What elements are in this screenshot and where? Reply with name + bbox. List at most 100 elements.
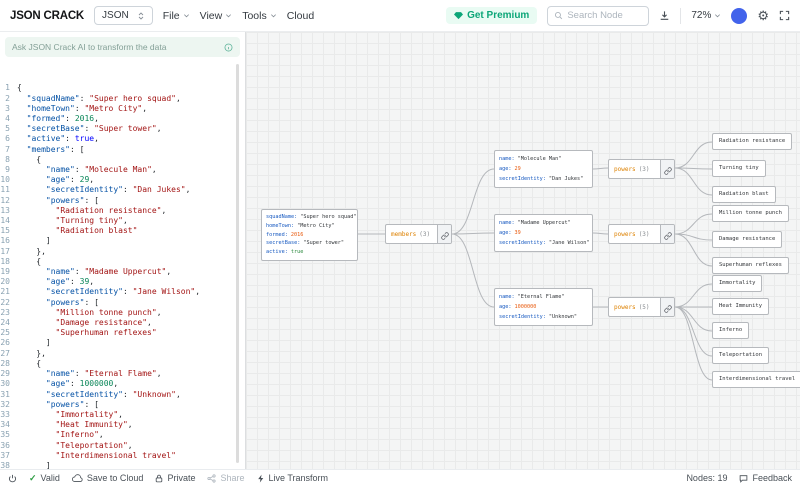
code-line[interactable]: 18 { (0, 257, 245, 267)
editor-toggle-icon[interactable] (8, 474, 17, 483)
code-line[interactable]: 3 "homeTown": "Metro City", (0, 104, 245, 114)
cloud-upload-icon (72, 474, 83, 483)
graph-node-leaf[interactable]: Million tonne punch (712, 205, 789, 222)
code-line[interactable]: 14 "Turning tiny", (0, 216, 245, 226)
fullscreen-icon[interactable] (779, 10, 790, 21)
code-line[interactable]: 9 "name": "Molecule Man", (0, 165, 245, 175)
code-line[interactable]: 33 "Immortality", (0, 410, 245, 420)
code-line[interactable]: 36 "Teleportation", (0, 441, 245, 451)
graph-node-leaf[interactable]: Turning tiny (712, 160, 766, 177)
code-line[interactable]: 31 "secretIdentity": "Unknown", (0, 390, 245, 400)
graph-node-leaf[interactable]: Superhuman reflexes (712, 257, 789, 274)
node-row: formed:2016 (266, 231, 353, 240)
code-line[interactable]: 10 "age": 29, (0, 175, 245, 185)
code-line[interactable]: 27 }, (0, 349, 245, 359)
code-line[interactable]: 22 "powers": [ (0, 298, 245, 308)
graph-node-member[interactable]: name:"Madame Uppercut" age:39 secretIden… (494, 214, 593, 252)
code-line[interactable]: 16 ] (0, 236, 245, 246)
code-line[interactable]: 25 "Superhuman reflexes" (0, 328, 245, 338)
graph-node-powers[interactable]: powers(5) (608, 297, 675, 317)
format-select[interactable]: JSON (94, 6, 153, 25)
code-line[interactable]: 1{ (0, 83, 245, 93)
code-line[interactable]: 30 "age": 1000000, (0, 379, 245, 389)
ai-banner[interactable]: Ask JSON Crack AI to transform the data (5, 37, 240, 57)
code-text: { (17, 257, 41, 267)
graph-node-powers[interactable]: powers(3) (608, 159, 675, 179)
code-line[interactable]: 7 "members": [ (0, 145, 245, 155)
collapse-link-button[interactable] (660, 298, 674, 316)
node-row: name:"Eternal Flame" (499, 292, 588, 302)
collapse-link-button[interactable] (660, 225, 674, 243)
code-line[interactable]: 11 "secretIdentity": "Dan Jukes", (0, 185, 245, 195)
code-line[interactable]: 15 "Radiation blast" (0, 226, 245, 236)
line-number: 17 (0, 247, 17, 257)
code-line[interactable]: 13 "Radiation resistance", (0, 206, 245, 216)
line-number: 19 (0, 267, 17, 277)
code-line[interactable]: 17 }, (0, 247, 245, 257)
code-line[interactable]: 24 "Damage resistance", (0, 318, 245, 328)
code-line[interactable]: 4 "formed": 2016, (0, 114, 245, 124)
graph-node-leaf[interactable]: Immortality (712, 275, 762, 292)
code-line[interactable]: 12 "powers": [ (0, 196, 245, 206)
nodes-count: Nodes: 19 (686, 473, 727, 483)
code-line[interactable]: 26 ] (0, 338, 245, 348)
code-line[interactable]: 8 { (0, 155, 245, 165)
save-to-cloud-button[interactable]: Save to Cloud (72, 473, 144, 483)
code-line[interactable]: 35 "Inferno", (0, 430, 245, 440)
line-number: 1 (0, 83, 17, 93)
info-icon[interactable] (224, 43, 233, 52)
code-line[interactable]: 32 "powers": [ (0, 400, 245, 410)
line-number: 6 (0, 134, 17, 144)
graph-node-powers[interactable]: powers(3) (608, 224, 675, 244)
code-editor[interactable]: 1{2 "squadName": "Super hero squad",3 "h… (0, 63, 245, 469)
code-text: "powers": [ (17, 196, 99, 206)
graph-node-leaf[interactable]: Heat Immunity (712, 298, 769, 315)
code-line[interactable]: 2 "squadName": "Super hero squad", (0, 94, 245, 104)
line-number: 14 (0, 216, 17, 226)
code-line[interactable]: 23 "Million tonne punch", (0, 308, 245, 318)
menu-cloud[interactable]: Cloud (287, 10, 314, 22)
account-button[interactable] (731, 8, 747, 24)
graph-node-member[interactable]: name:"Eternal Flame" age:1000000 secretI… (494, 288, 593, 326)
graph-node-members[interactable]: members(3) (385, 224, 452, 244)
code-text: "name": "Madame Uppercut", (17, 267, 171, 277)
private-toggle[interactable]: Private (155, 473, 195, 483)
gear-icon[interactable]: ⚙ (757, 9, 769, 22)
line-number: 38 (0, 461, 17, 469)
menu-file[interactable]: File (163, 10, 190, 22)
graph-node-leaf[interactable]: Radiation resistance (712, 133, 792, 150)
menu-tools[interactable]: Tools (242, 10, 277, 22)
code-line[interactable]: 37 "Interdimensional travel" (0, 451, 245, 461)
graph-node-root[interactable]: squadName:"Super hero squad" homeTown:"M… (261, 209, 358, 261)
share-button[interactable]: Share (207, 473, 244, 483)
search-node-box[interactable] (547, 6, 649, 26)
graph-node-leaf[interactable]: Interdimensional travel (712, 371, 800, 388)
graph-node-leaf[interactable]: Damage resistance (712, 231, 782, 248)
line-number: 27 (0, 349, 17, 359)
code-line[interactable]: 6 "active": true, (0, 134, 245, 144)
search-input[interactable] (567, 10, 642, 21)
download-icon[interactable] (659, 10, 670, 21)
code-line[interactable]: 38 ] (0, 461, 245, 469)
feedback-button[interactable]: Feedback (739, 473, 792, 483)
live-transform-toggle[interactable]: Live Transform (257, 473, 329, 483)
zoom-control[interactable]: 72% (691, 10, 721, 21)
graph-node-leaf[interactable]: Radiation blast (712, 186, 776, 203)
code-line[interactable]: 5 "secretBase": "Super tower", (0, 124, 245, 134)
code-line[interactable]: 19 "name": "Madame Uppercut", (0, 267, 245, 277)
code-text: "secretBase": "Super tower", (17, 124, 162, 134)
collapse-link-button[interactable] (660, 160, 674, 178)
graph-canvas[interactable]: squadName:"Super hero squad" homeTown:"M… (246, 32, 800, 469)
code-line[interactable]: 28 { (0, 359, 245, 369)
menu-view[interactable]: View (200, 10, 233, 22)
graph-node-member[interactable]: name:"Molecule Man" age:29 secretIdentit… (494, 150, 593, 188)
code-line[interactable]: 20 "age": 39, (0, 277, 245, 287)
code-line[interactable]: 21 "secretIdentity": "Jane Wilson", (0, 287, 245, 297)
graph-node-leaf[interactable]: Teleportation (712, 347, 769, 364)
code-line[interactable]: 34 "Heat Immunity", (0, 420, 245, 430)
editor-scrollbar[interactable] (236, 64, 239, 463)
get-premium-button[interactable]: Get Premium (446, 7, 537, 24)
code-line[interactable]: 29 "name": "Eternal Flame", (0, 369, 245, 379)
graph-node-leaf[interactable]: Inferno (712, 322, 749, 339)
collapse-link-button[interactable] (437, 225, 451, 243)
